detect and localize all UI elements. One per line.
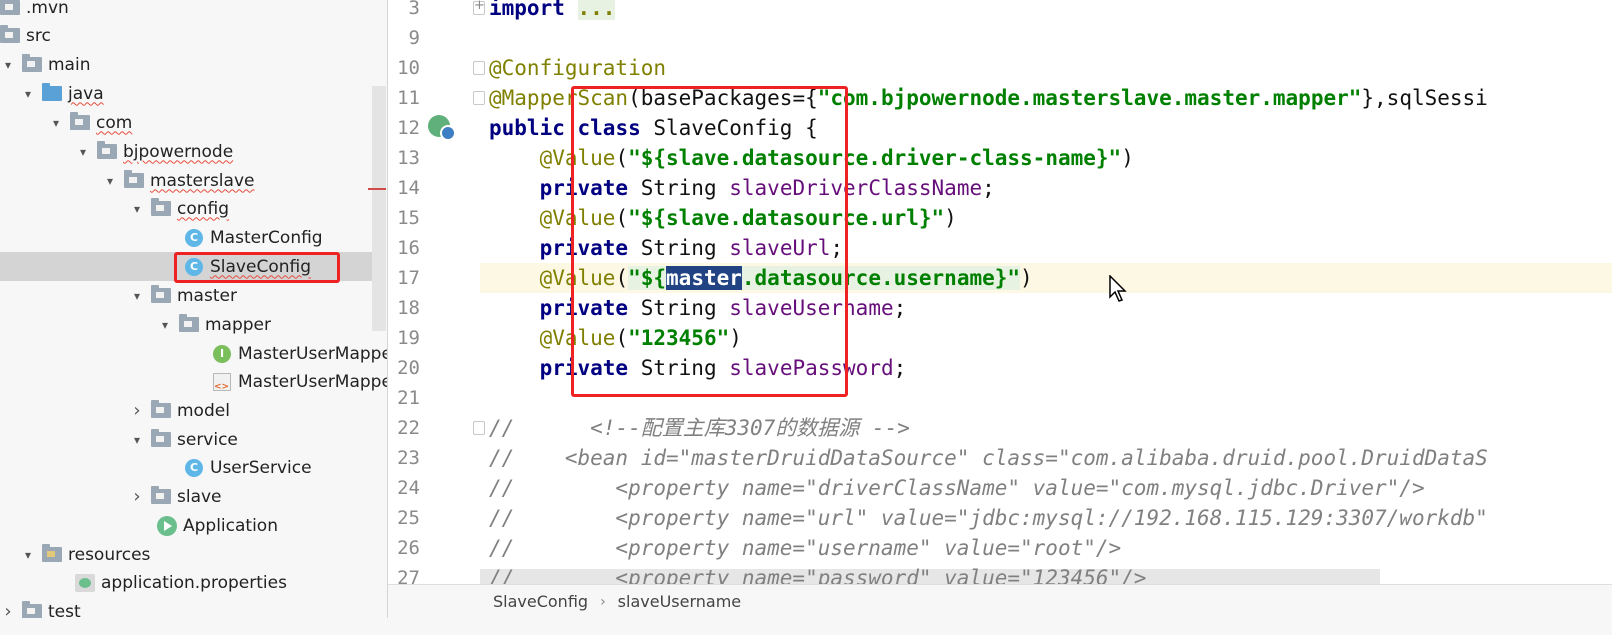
interface-icon: I	[212, 344, 232, 364]
tree-item-service[interactable]: ▾ service	[129, 425, 238, 454]
tree-item-masterslave[interactable]: ▾ masterslave	[102, 166, 254, 195]
tree-item-application[interactable]: Application	[157, 511, 278, 540]
fold-icon[interactable]	[473, 91, 485, 105]
red-marker	[368, 188, 386, 190]
line-number: 24	[397, 477, 420, 499]
folded-imports[interactable]: ...	[577, 0, 616, 20]
package-icon	[179, 314, 199, 335]
code-line-25: // <property name="url" value="jdbc:mysq…	[489, 506, 1488, 530]
breadcrumb-member[interactable]: slaveUsername	[618, 592, 741, 611]
package-icon	[151, 400, 171, 421]
breadcrumb-class[interactable]: SlaveConfig	[493, 592, 588, 611]
breadcrumb: SlaveConfig › slaveUsername	[388, 584, 1612, 618]
line-number: 21	[397, 387, 420, 409]
mouse-cursor-icon	[1109, 275, 1127, 302]
chevron-down-icon[interactable]: ▾	[129, 281, 145, 310]
line-number: 10	[397, 57, 420, 79]
chevron-down-icon[interactable]: ▾	[102, 166, 118, 195]
line-number: 3	[408, 0, 420, 19]
line-number: 20	[397, 357, 420, 379]
tree-item-master[interactable]: ▾ master	[129, 281, 237, 310]
chevron-down-icon[interactable]: ▾	[20, 79, 36, 108]
code-highlight-box	[571, 86, 848, 397]
package-icon	[151, 486, 171, 507]
line-number: 26	[397, 537, 420, 559]
tree-item-userservice[interactable]: C UserService	[184, 453, 312, 482]
tree-item-mvn[interactable]: .mvn	[0, 0, 69, 22]
folder-icon	[0, 0, 20, 18]
package-icon	[124, 170, 144, 191]
tree-item-bjpowernode[interactable]: ▾ bjpowernode	[75, 137, 233, 166]
folder-icon	[22, 54, 42, 75]
tree-item-masterusermapper-java[interactable]: I MasterUserMappe	[212, 339, 388, 368]
properties-file-icon	[75, 573, 95, 593]
chevron-down-icon[interactable]: ▾	[75, 137, 91, 166]
code-line-24: // <property name="driverClassName" valu…	[489, 476, 1425, 500]
spring-bean-gutter-icon[interactable]	[428, 115, 456, 141]
code-line-3: import ...	[489, 0, 616, 23]
tree-item-resources[interactable]: ▾ resources	[20, 540, 150, 569]
line-number: 19	[397, 327, 420, 349]
folder-icon	[0, 25, 20, 46]
class-icon: C	[184, 228, 204, 248]
tree-item-application-properties[interactable]: application.properties	[75, 568, 287, 597]
package-icon	[151, 285, 171, 306]
project-tree: .mvn src ▾ main ▾ java ▾ com ▾ bjpowerno…	[0, 0, 388, 635]
tree-item-masterconfig[interactable]: C MasterConfig	[184, 223, 323, 252]
source-folder-icon	[42, 83, 62, 104]
tree-item-mapper[interactable]: ▾ mapper	[157, 310, 271, 339]
package-icon	[70, 112, 90, 133]
tree-item-src[interactable]: src	[0, 21, 51, 50]
chevron-down-icon[interactable]: ▾	[20, 540, 36, 569]
line-number: 11	[397, 87, 420, 109]
line-number: 14	[397, 177, 420, 199]
line-number: 27	[397, 567, 420, 584]
spring-app-icon	[157, 515, 177, 536]
chevron-right-icon[interactable]: ›	[129, 396, 145, 425]
chevron-right-icon: ›	[600, 593, 606, 610]
code-line-23: // <bean id="masterDruidDataSource" clas…	[489, 446, 1488, 470]
fold-expand-icon[interactable]	[473, 0, 485, 15]
package-icon	[151, 198, 171, 219]
chevron-down-icon[interactable]: ▾	[129, 194, 145, 223]
editor-gutter: 3 9 10 11 12 13 14 15 16 17 18 19 20 21 …	[388, 0, 485, 584]
chevron-down-icon[interactable]: ▾	[0, 50, 16, 79]
chevron-down-icon[interactable]: ▾	[48, 108, 64, 137]
line-number: 13	[397, 147, 420, 169]
code-line-22: // <!--配置主库3307的数据源 -->	[489, 416, 910, 440]
package-icon	[151, 429, 171, 450]
chevron-down-icon[interactable]: ▾	[129, 425, 145, 454]
chevron-down-icon[interactable]: ▾	[157, 310, 173, 339]
slaveconfig-highlight-box	[174, 252, 340, 283]
tree-item-model[interactable]: › model	[129, 396, 230, 425]
line-number: 17	[397, 267, 420, 289]
line-number: 18	[397, 297, 420, 319]
code-line-10: @Configuration	[489, 56, 667, 80]
tree-item-com[interactable]: ▾ com	[48, 108, 132, 137]
tree-scrollbar[interactable]	[372, 86, 386, 331]
resources-folder-icon	[42, 544, 62, 565]
line-number: 15	[397, 207, 420, 229]
line-number: 25	[397, 507, 420, 529]
tree-item-main[interactable]: ▾ main	[0, 50, 90, 79]
line-number: 16	[397, 237, 420, 259]
tree-item-masterusermapper-xml[interactable]: MasterUserMappe	[212, 367, 388, 396]
fold-icon[interactable]	[473, 61, 485, 75]
line-number: 23	[397, 447, 420, 469]
tree-item-java[interactable]: ▾ java	[20, 79, 104, 108]
line-number: 12	[397, 117, 420, 139]
code-line-26: // <property name="username" value="root…	[489, 536, 1122, 560]
tree-item-slave[interactable]: › slave	[129, 482, 222, 511]
fold-icon[interactable]	[473, 421, 485, 435]
class-icon: C	[184, 458, 204, 478]
line-number: 9	[408, 27, 420, 49]
bottom-strip	[0, 618, 1612, 635]
package-icon	[97, 141, 117, 162]
chevron-right-icon[interactable]: ›	[129, 482, 145, 511]
line-number: 22	[397, 417, 420, 439]
xml-file-icon	[212, 372, 232, 392]
code-line-27: // <property name="password" value="1234…	[489, 566, 1147, 584]
tree-item-config[interactable]: ▾ config	[129, 194, 229, 223]
